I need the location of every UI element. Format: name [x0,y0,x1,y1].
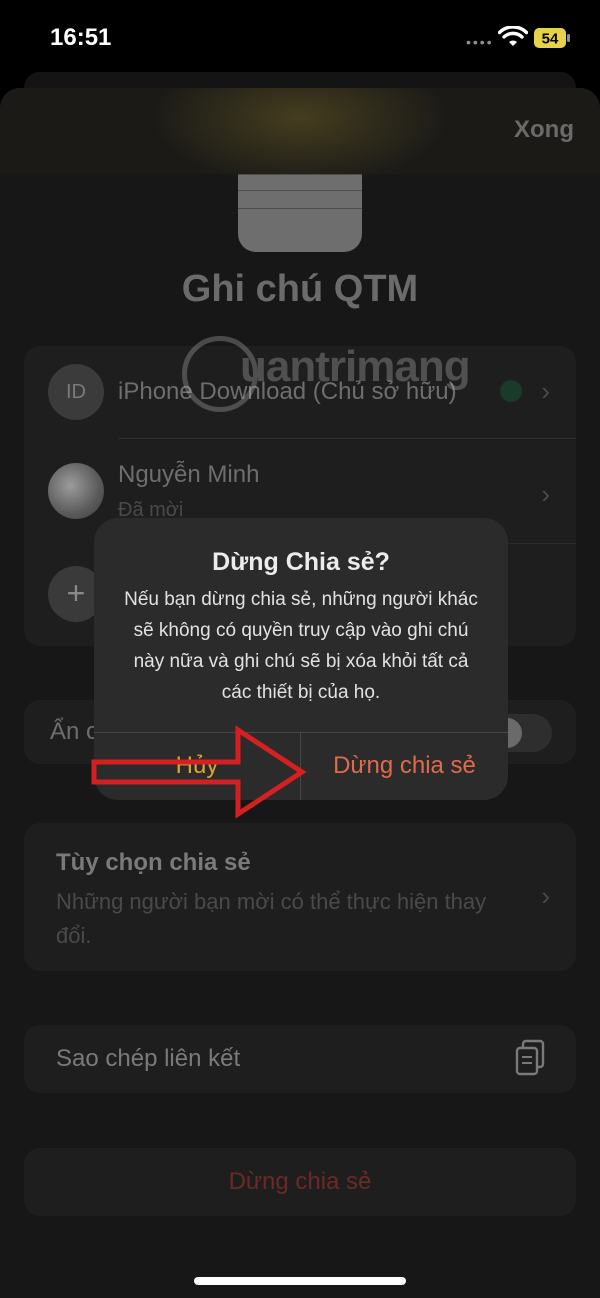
copy-link-row[interactable]: Sao chép liên kết [24,1025,576,1093]
chevron-right-icon: › [541,881,550,911]
share-options-title: Tùy chọn chia sẻ [56,849,251,876]
annotation-arrow-icon [91,725,307,819]
status-time: 16:51 [50,24,112,51]
header-glow [150,88,450,188]
note-icon [238,174,362,252]
watermark-logo: uantrimang [170,318,500,428]
watermark-text: uantrimang [240,342,471,391]
copy-icon [515,1039,545,1076]
stop-sharing-row[interactable]: Dừng chia sẻ [24,1148,576,1216]
stop-sharing-label: Dừng chia sẻ [228,1168,372,1195]
share-options-row[interactable]: Tùy chọn chia sẻ Những người bạn mời có … [24,823,576,971]
participant-name: Nguyễn Minh [118,461,260,488]
status-bar: 16:51 •••• 54 [0,0,600,80]
home-indicator[interactable] [194,1277,406,1285]
alert-message: Nếu bạn dừng chia sẻ, những người khác s… [124,589,478,703]
avatar: ID [48,364,104,420]
avatar [48,463,104,519]
alert-confirm-button[interactable]: Dừng chia sẻ [301,732,508,800]
chevron-right-icon: › [541,376,550,406]
sheet-header: Xong [0,88,600,188]
note-title: Ghi chú QTM [181,268,419,310]
chevron-right-icon: › [541,479,550,509]
wifi-icon [498,26,528,46]
battery-level: 54 [542,31,559,48]
battery-icon: 54 [534,28,570,48]
alert-title: Dừng Chia sẻ? [212,548,390,576]
signal-dots-icon: •••• [466,34,494,50]
done-button[interactable]: Xong [514,116,574,144]
copy-link-label: Sao chép liên kết [56,1045,241,1072]
share-options-description: Những người bạn mời có thể thực hiện tha… [56,889,487,948]
online-status-icon [500,380,522,402]
